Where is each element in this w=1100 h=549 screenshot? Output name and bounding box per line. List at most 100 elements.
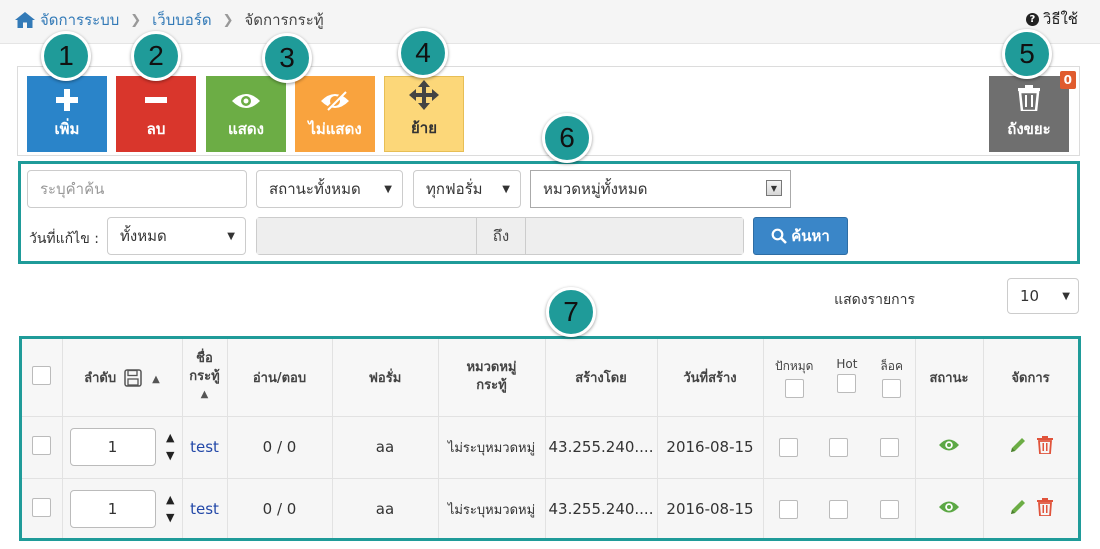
breadcrumb: จัดการระบบ ❯ เว็บบอร์ด ❯ จัดการกระทู้ [14,8,324,32]
pencil-icon[interactable] [1009,498,1027,516]
delete-button[interactable]: ลบ [116,76,196,152]
select-all-checkbox[interactable] [32,365,52,385]
eye-icon[interactable] [938,437,960,453]
sort-up-icon[interactable]: ▲ [166,491,174,509]
reads-cell: 0 / 0 [227,478,333,538]
callout-1: 1 [41,31,91,81]
reads-header: อ่าน/ตอบ [227,339,333,417]
lock-checkbox[interactable] [879,499,899,519]
hot-checkbox[interactable] [829,437,849,457]
sort-down-icon[interactable]: ▼ [166,447,174,465]
search-icon [771,228,788,244]
lock-checkbox[interactable] [879,437,899,457]
keyword-input[interactable]: ระบุคำค้น [27,170,247,208]
table-header-row: ลำดับ ▲ ชื่อ กระทู้ ▲ อ่าน/ตอบ ฟอรั่ม หม… [22,339,1078,417]
breadcrumb-webboard[interactable]: เว็บบอร์ด [152,8,211,32]
pencil-icon[interactable] [1009,436,1027,454]
pin-checkbox[interactable] [779,499,799,519]
pin-header-label: ปักหมุด [774,358,814,373]
flags-header: ปักหมุด Hot ล็อค [763,339,916,417]
date-to-input[interactable] [526,218,743,254]
table-row: 1 ▲ ▼ test 0 / 0 aa ไม่ระบุหมวดหมู่ 43.25… [22,416,1078,479]
caret-down-icon: ▼ [384,183,392,195]
help-link[interactable]: ? วิธีใช้ [1025,7,1078,31]
hide-label: ไม่แสดง [308,120,362,138]
sort-up-icon[interactable]: ▲ [201,386,209,404]
category-cell: ไม่ระบุหมวดหมู่ [438,478,546,538]
lock-header-label: ล็อค [880,358,904,373]
forum-cell: aa [332,478,439,538]
forum-select[interactable]: ทุกฟอรั่ม ▼ [413,170,521,208]
search-button[interactable]: ค้นหา [753,217,848,255]
breadcrumb-current: จัดการกระทู้ [244,11,324,29]
date-select[interactable]: ทั้งหมด ▼ [107,217,246,255]
select-all-cell [22,339,63,417]
table-row: 1 ▲ ▼ test 0 / 0 aa ไม่ระบุหมวดหมู่ 43.25… [22,478,1078,538]
per-page-select[interactable]: 10 ▼ [1007,278,1079,314]
name-header[interactable]: ชื่อ กระทู้ ▲ [182,339,228,417]
category-select[interactable]: หมวดหมู่ทั้งหมด ▼ [530,170,791,208]
hot-all-checkbox[interactable] [837,373,857,393]
pin-checkbox[interactable] [779,437,799,457]
callout-5: 5 [1002,29,1052,79]
status-select[interactable]: สถานะทั้งหมด ▼ [256,170,403,208]
callout-7: 7 [546,287,596,337]
topic-name-link[interactable]: test [190,500,219,518]
breadcrumb-system[interactable]: จัดการระบบ [40,8,119,32]
order-header-label: ลำดับ [84,370,117,386]
order-header[interactable]: ลำดับ ▲ [62,339,183,417]
trash-count-badge: 0 [1059,71,1076,89]
add-label: เพิ่ม [54,120,80,138]
chevron-right-icon: ❯ [222,12,234,28]
trash-button[interactable]: 0 ถังขยะ [989,71,1076,152]
order-input[interactable]: 1 [69,490,156,528]
category-header-line2: กระทู้ [476,378,507,394]
date-select-value: ทั้งหมด [120,227,167,245]
save-icon[interactable] [123,369,142,387]
sort-up-icon[interactable]: ▲ [166,429,174,447]
sort-up-icon[interactable]: ▲ [152,374,160,385]
created-by-cell: 43.255.240.... [545,478,658,538]
move-button[interactable]: ย้าย [384,76,464,152]
name-header-line2: กระทู้ [189,369,220,385]
topic-name-link[interactable]: test [190,438,219,456]
minus-icon [145,97,167,103]
order-stepper[interactable]: ▲ ▼ [166,429,174,465]
caret-down-icon: ▼ [227,230,235,242]
hot-checkbox[interactable] [829,499,849,519]
category-cell: ไม่ระบุหมวดหมู่ [438,416,546,479]
search-label: ค้นหา [791,227,830,245]
hide-button[interactable]: ไม่แสดง [295,76,375,152]
eye-icon [232,94,260,108]
order-input[interactable]: 1 [69,428,156,466]
created-by-header: สร้างโดย [545,339,658,417]
manage-header: จัดการ [983,339,1078,417]
pin-all-checkbox[interactable] [784,378,804,398]
delete-label: ลบ [146,120,166,138]
eye-icon[interactable] [938,499,960,515]
show-label: แสดง [228,120,264,138]
row-checkbox[interactable] [32,435,52,455]
trash-icon[interactable] [1036,436,1053,454]
status-header: สถานะ [915,339,984,417]
date-range-to: ถึง [476,218,526,254]
eye-slash-icon [321,91,349,111]
hot-header-label: Hot [836,356,858,371]
order-stepper[interactable]: ▲ ▼ [166,491,174,527]
forum-select-value: ทุกฟอรั่ม [426,180,483,198]
dropdown-arrow-icon: ▼ [766,180,782,196]
created-date-header: วันที่สร้าง [657,339,764,417]
trash-icon[interactable] [1036,498,1053,516]
date-from-input[interactable] [257,218,476,254]
add-button[interactable]: เพิ่ม [27,76,107,152]
caret-down-icon: ▼ [502,183,510,195]
home-icon[interactable] [14,11,36,29]
show-button[interactable]: แสดง [206,76,286,152]
question-circle-icon: ? [1025,12,1039,26]
callout-4: 4 [398,28,448,78]
lock-all-checkbox[interactable] [882,378,902,398]
row-checkbox[interactable] [32,497,52,517]
move-label: ย้าย [410,119,437,137]
callout-3: 3 [262,33,312,83]
sort-down-icon[interactable]: ▼ [166,509,174,527]
